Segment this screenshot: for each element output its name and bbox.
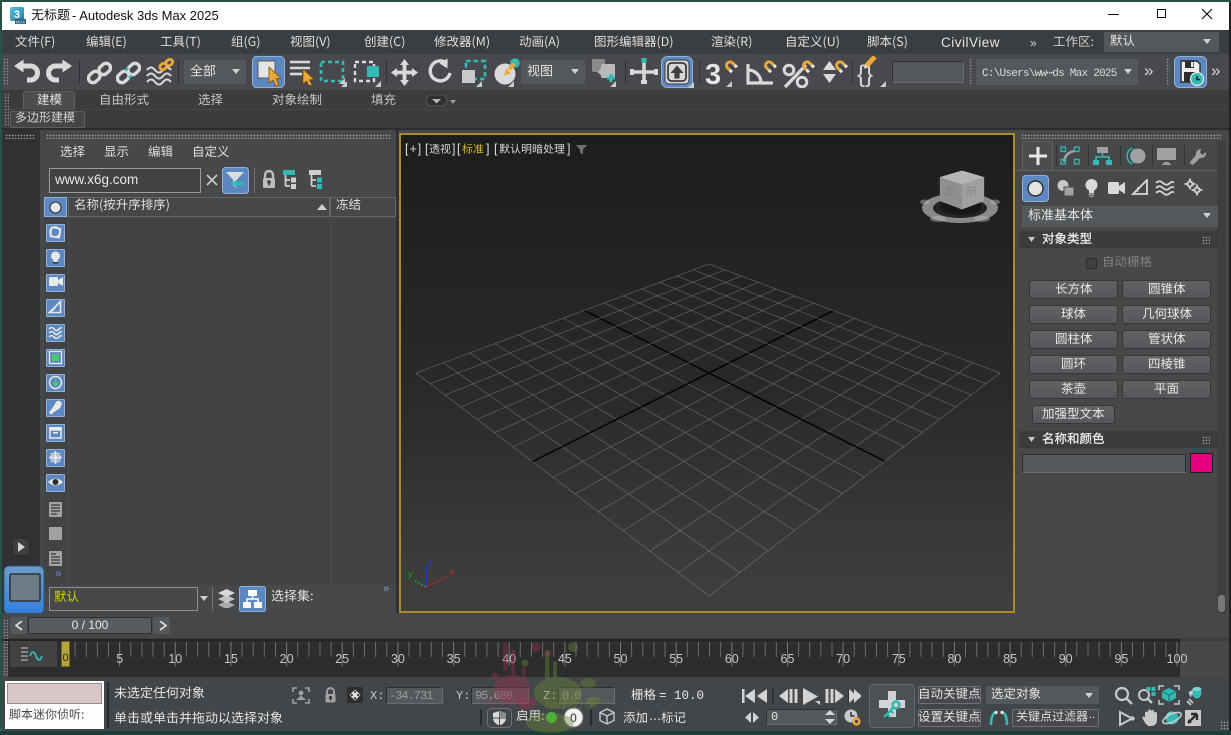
svg-text:95: 95 [1114, 652, 1128, 666]
svg-text:5: 5 [116, 652, 123, 666]
svg-text:y: y [408, 569, 413, 580]
svg-text:30: 30 [391, 652, 405, 666]
svg-text:80: 80 [947, 652, 961, 666]
svg-text:85: 85 [1003, 652, 1017, 666]
svg-text:15: 15 [224, 652, 238, 666]
svg-text:60: 60 [725, 652, 739, 666]
svg-text:75: 75 [892, 652, 906, 666]
svg-text:70: 70 [836, 652, 850, 666]
svg-text:z: z [428, 558, 433, 569]
svg-text:100: 100 [1167, 652, 1188, 666]
svg-text:65: 65 [781, 652, 795, 666]
svg-text:10: 10 [168, 652, 182, 666]
svg-text:35: 35 [447, 652, 461, 666]
svg-text:x: x [449, 567, 454, 578]
svg-text:3: 3 [705, 59, 721, 88]
svg-text:20: 20 [280, 652, 294, 666]
svg-text:25: 25 [335, 652, 349, 666]
svg-text:90: 90 [1059, 652, 1073, 666]
svg-text:MAX: MAX [16, 19, 25, 24]
svg-text:55: 55 [669, 652, 683, 666]
